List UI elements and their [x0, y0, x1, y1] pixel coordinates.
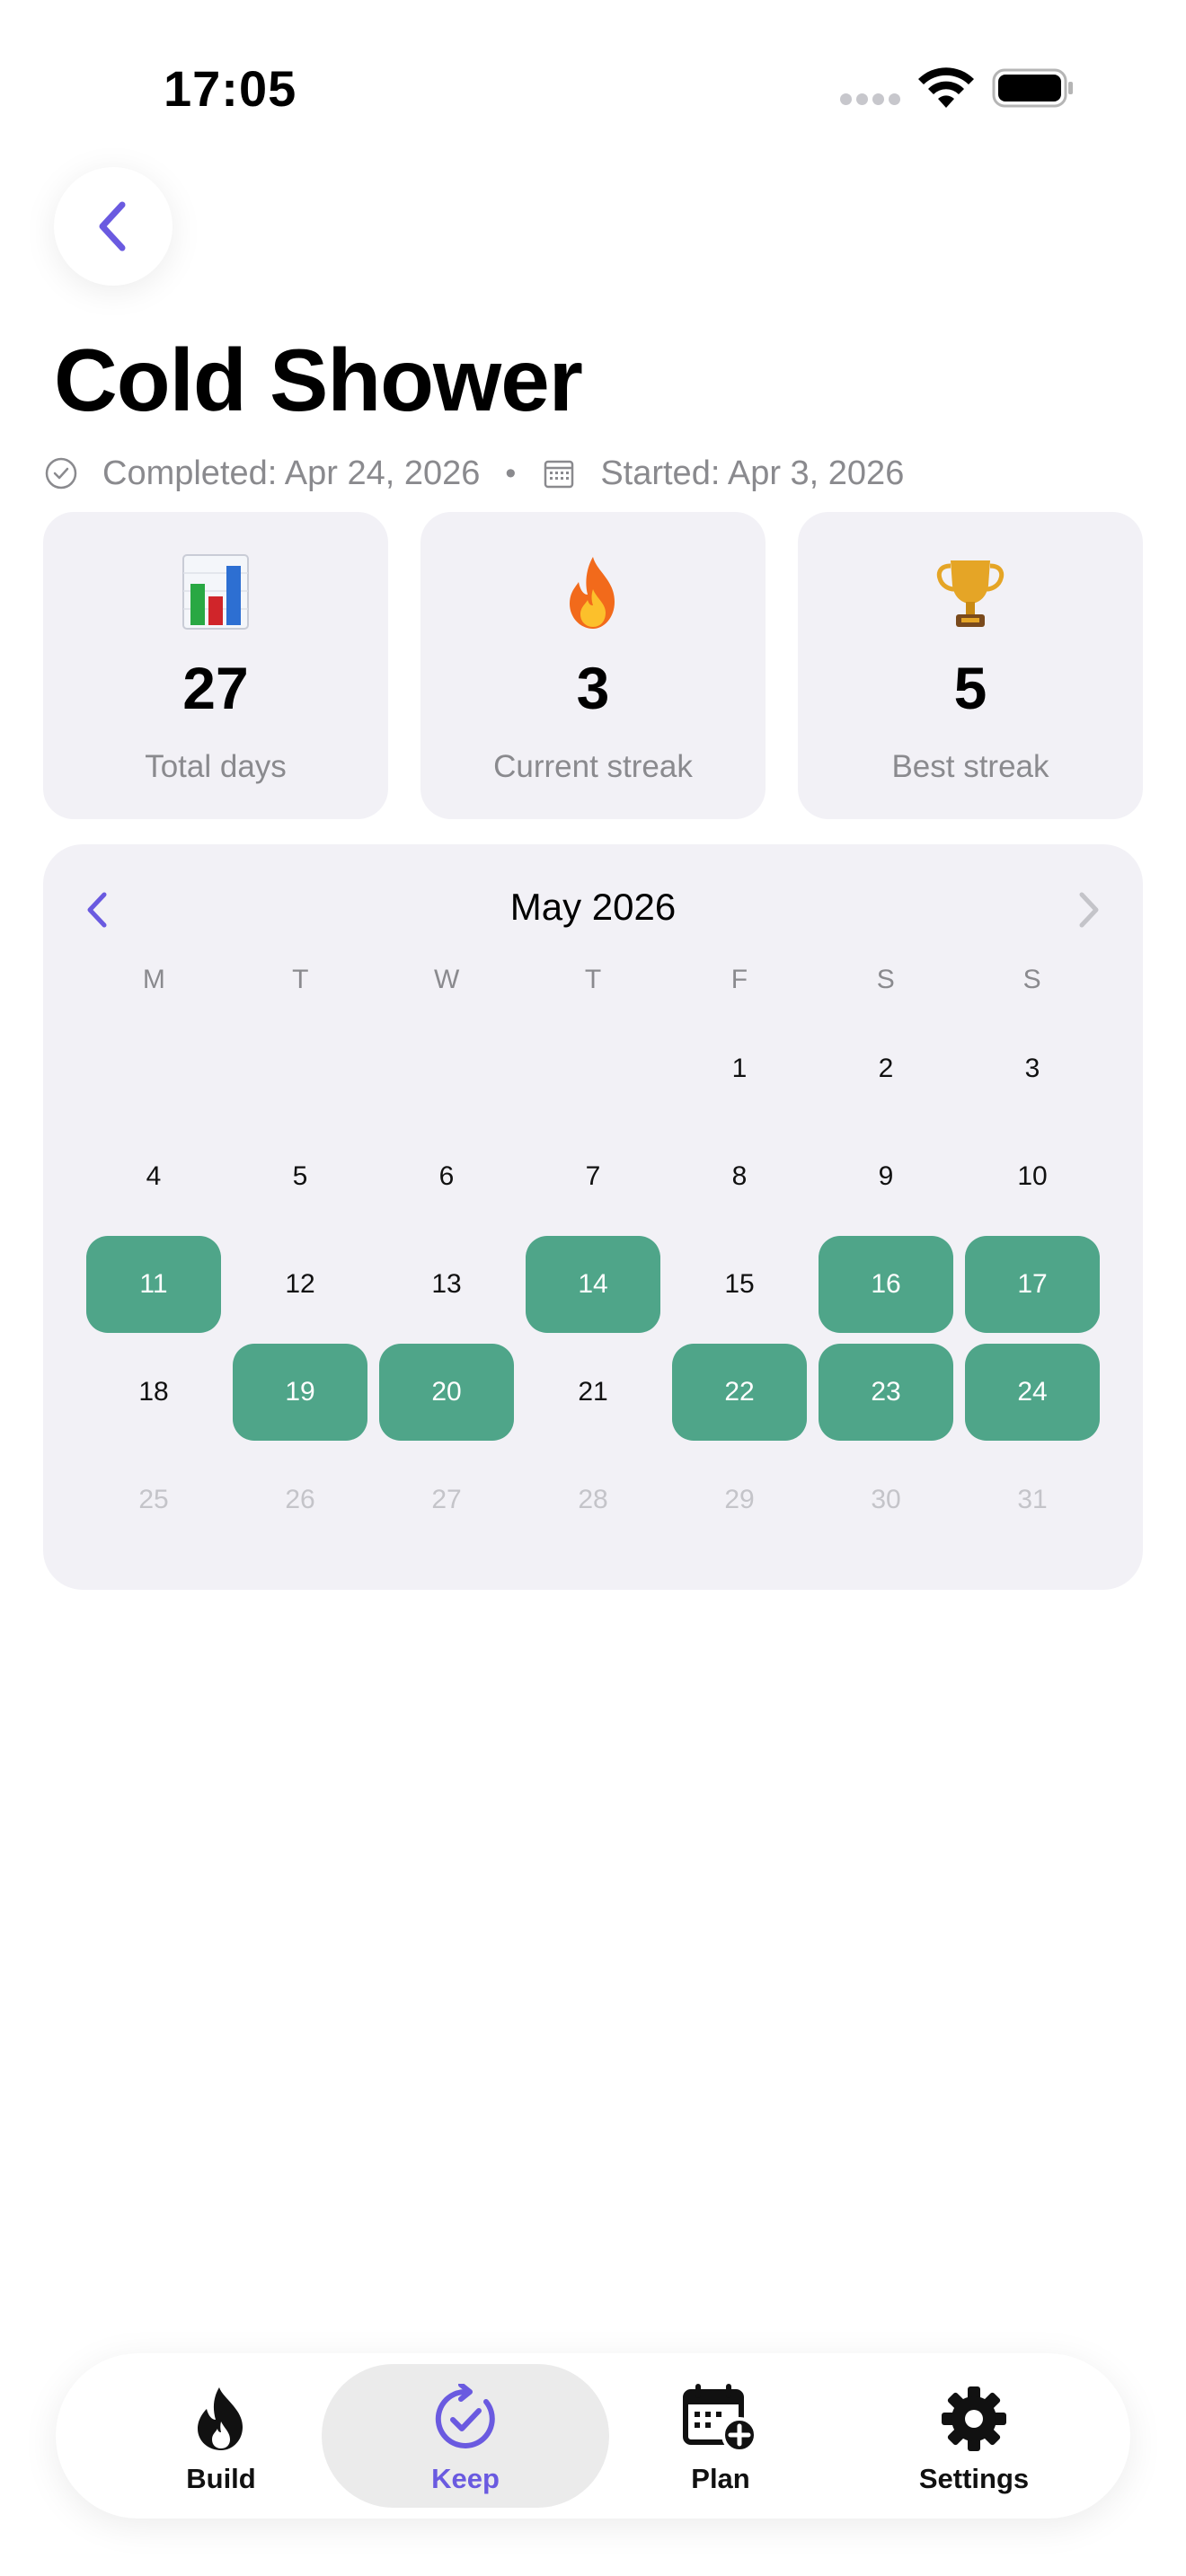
calendar-day-completed[interactable]: 24: [965, 1344, 1100, 1441]
trophy-icon: [798, 551, 1143, 632]
calendar-card: May 2026 M T W T F S S 1 2 3 4 5 6 7 8 9 10 11 12 13…: [43, 844, 1143, 1590]
cellular-signal-icon: [840, 93, 905, 110]
calendar-day: 28: [578, 1485, 608, 1514]
status-bar: 17:05: [0, 0, 1186, 171]
best-streak-label: Best streak: [891, 749, 1049, 784]
habit-meta-row: Completed: Apr 24, 2026 • Started: Apr 3…: [43, 451, 904, 496]
calendar-empty-cell: [526, 1020, 660, 1117]
calendar-day-completed[interactable]: 19: [233, 1344, 367, 1441]
stat-card-best-streak: 5 Best streak: [798, 512, 1143, 819]
weekday-label: S: [1022, 965, 1041, 994]
weekday-label: T: [292, 965, 309, 994]
calendar-day[interactable]: 15: [672, 1236, 807, 1333]
status-time: 17:05: [164, 60, 297, 117]
calendar-day[interactable]: 8: [672, 1128, 807, 1225]
meta-separator: •: [505, 455, 517, 490]
flame-icon: [182, 2380, 260, 2457]
calendar-day[interactable]: 21: [526, 1344, 660, 1441]
calendar-day[interactable]: 13: [379, 1236, 514, 1333]
best-streak-value: 5: [953, 655, 987, 721]
calendar-day-completed[interactable]: 11: [86, 1236, 221, 1333]
calendar-day: 29: [724, 1485, 755, 1514]
tab-keep-label: Keep: [431, 2463, 500, 2494]
calendar-day[interactable]: 5: [233, 1128, 367, 1225]
total-days-label: Total days: [145, 749, 287, 784]
calendar-day: 31: [1017, 1485, 1048, 1514]
tab-build[interactable]: Build: [86, 2353, 356, 2519]
calendar-month-title: May 2026: [509, 886, 677, 928]
next-month-button[interactable]: [1071, 887, 1107, 932]
weekday-label: M: [142, 965, 165, 994]
tab-settings[interactable]: Settings: [839, 2353, 1109, 2519]
page-title: Cold Shower: [54, 331, 583, 429]
fire-icon: [420, 551, 766, 632]
calendar-day: 25: [138, 1485, 169, 1514]
calendar-day: 27: [431, 1485, 462, 1514]
calendar-empty-cell: [86, 1020, 221, 1117]
current-streak-label: Current streak: [493, 749, 693, 784]
tab-bar: Build Keep Plan Settings: [56, 2353, 1130, 2519]
weekday-label: W: [433, 965, 460, 994]
weekday-label: F: [730, 965, 748, 994]
calendar-empty-cell: [379, 1020, 514, 1117]
calendar-day[interactable]: 18: [86, 1344, 221, 1441]
total-days-value: 27: [182, 655, 249, 721]
calendar-day-completed[interactable]: 14: [526, 1236, 660, 1333]
gear-icon: [935, 2380, 1013, 2457]
calendar-day-completed[interactable]: 17: [965, 1236, 1100, 1333]
tab-build-label: Build: [186, 2463, 256, 2494]
tab-plan[interactable]: Plan: [586, 2353, 855, 2519]
stat-card-total-days: 27 Total days: [43, 512, 388, 819]
tab-settings-label: Settings: [918, 2463, 1030, 2494]
calendar-day-completed[interactable]: 22: [672, 1344, 807, 1441]
calendar-empty-cell: [233, 1020, 367, 1117]
checkmark-circle-icon: [45, 457, 77, 490]
calendar-day: 26: [285, 1485, 315, 1514]
calendar-day[interactable]: 3: [965, 1020, 1100, 1117]
calendar-day-completed[interactable]: 16: [819, 1236, 953, 1333]
current-streak-value: 3: [576, 655, 610, 721]
calendar-day[interactable]: 4: [86, 1128, 221, 1225]
battery-icon: [992, 68, 1073, 108]
started-date: Started: Apr 3, 2026: [600, 454, 905, 492]
weekday-label: T: [584, 965, 602, 994]
calendar-days-grid: 1 2 3 4 5 6 7 8 9 10 11 12 13 14 15 16 17 18 19 20 21 22 23 24 2…: [86, 1020, 1100, 1548]
calendar-day[interactable]: 9: [819, 1128, 953, 1225]
calendar-day[interactable]: 2: [819, 1020, 953, 1117]
calendar-day[interactable]: 10: [965, 1128, 1100, 1225]
refresh-check-icon: [427, 2380, 504, 2457]
bar-chart-icon: [43, 551, 388, 632]
stat-card-current-streak: 3 Current streak: [420, 512, 766, 819]
chevron-left-icon: [99, 201, 126, 251]
calendar-day-completed[interactable]: 23: [819, 1344, 953, 1441]
tab-keep[interactable]: Keep: [331, 2353, 600, 2519]
completed-date: Completed: Apr 24, 2026: [102, 454, 481, 492]
weekday-header: M T W T F S S: [86, 965, 1100, 1010]
calendar-day[interactable]: 12: [233, 1236, 367, 1333]
calendar-day: 30: [871, 1485, 901, 1514]
calendar-day[interactable]: 1: [672, 1020, 807, 1117]
weekday-label: S: [876, 965, 895, 994]
calendar-day[interactable]: 7: [526, 1128, 660, 1225]
calendar-day[interactable]: 6: [379, 1128, 514, 1225]
calendar-day-completed[interactable]: 20: [379, 1344, 514, 1441]
calendar-icon: [544, 460, 574, 489]
calendar-plus-icon: [682, 2380, 759, 2457]
tab-plan-label: Plan: [691, 2463, 750, 2494]
wifi-icon: [918, 67, 974, 108]
back-button[interactable]: [54, 167, 173, 286]
